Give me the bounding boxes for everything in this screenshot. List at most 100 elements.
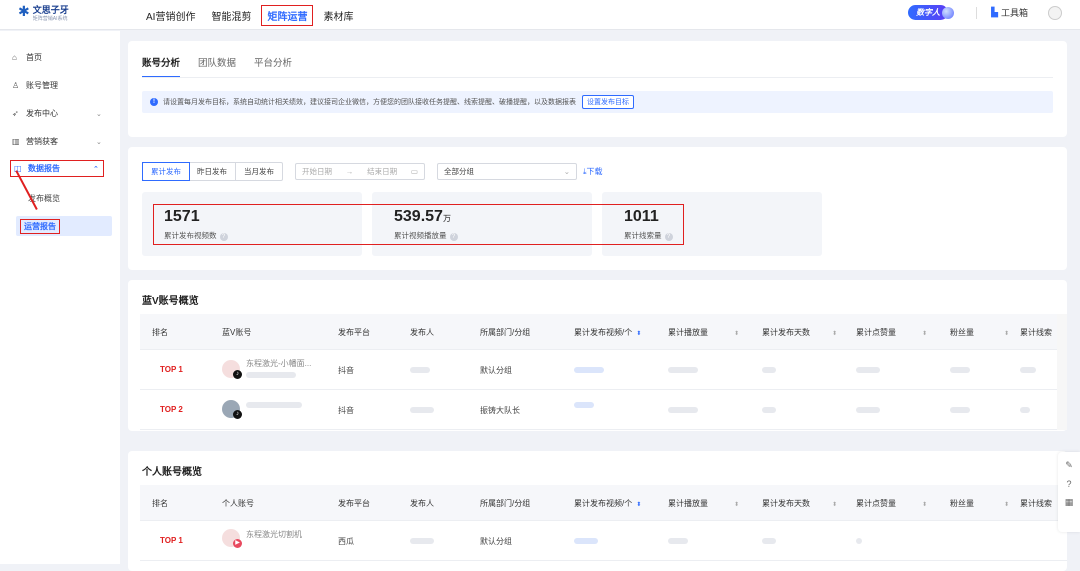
col-fans[interactable]: 粉丝量 ⬍ — [950, 327, 1009, 338]
col-leads: 累计线索 — [1020, 499, 1052, 508]
download-button[interactable]: ⤓下载 — [583, 166, 603, 177]
col-days[interactable]: 累计发布天数 ⬍ — [762, 498, 837, 509]
tab-account-analysis[interactable]: 账号分析 — [142, 55, 181, 78]
redacted-text — [762, 367, 776, 373]
rank-badge: TOP 1 — [160, 536, 183, 545]
date-range-picker[interactable]: 开始日期 → 结束日期 ▭ — [295, 163, 425, 180]
col-label: 累计发布天数 — [762, 328, 810, 337]
sidebar-item-reports[interactable]: ◫ 数据报告 ⌃ — [10, 160, 104, 177]
set-target-button[interactable]: 设置发布目标 — [582, 95, 634, 109]
edit-icon[interactable]: ✎ — [1058, 460, 1080, 471]
send-icon: ➶ — [12, 109, 19, 118]
redacted-text — [1020, 407, 1030, 413]
group-select-value: 全部分组 — [444, 167, 474, 176]
chevron-up-icon: ⌃ — [93, 165, 99, 173]
col-label: 累计点赞量 — [856, 499, 896, 508]
toolbox-button[interactable]: 工具箱 — [1001, 6, 1028, 19]
redacted-text — [574, 367, 604, 373]
redacted-text — [1020, 367, 1036, 373]
sidebar-item-accounts[interactable]: ♙ 账号管理 — [12, 80, 58, 91]
col-rank: 排名 — [152, 499, 168, 508]
logo-name: 文思子牙 — [32, 5, 69, 15]
segment-this-month[interactable]: 当月发布 — [236, 163, 282, 180]
table-row[interactable]: TOP 1 ♪ 东程激光-小幡面... 抖音 默认分组 — [140, 350, 1067, 390]
sidebar-item-marketing[interactable]: ▥ 营销获客 ⌄ — [12, 136, 102, 147]
nav-smart-mix[interactable]: 智能混剪 — [211, 8, 251, 23]
sort-icon: ⬍ — [734, 331, 740, 337]
qrcode-icon[interactable]: ▦ — [1058, 497, 1080, 508]
group-cell: 振铸大队长 — [480, 406, 520, 415]
col-label: 累计点赞量 — [856, 328, 896, 337]
col-views[interactable]: 累计播放量 ⬍ — [668, 498, 739, 509]
chevron-down-icon: ⌄ — [96, 110, 102, 118]
col-label: 累计发布天数 — [762, 499, 810, 508]
col-views[interactable]: 累计播放量 ⬍ — [668, 327, 739, 338]
sort-icon: ⬍ — [832, 331, 838, 337]
blue-v-table-header: 排名 蓝V账号 发布平台 发布人 所属部门/分组 累计发布视频/个 ⬍ 累计播放量… — [140, 314, 1067, 350]
account-name[interactable]: 东程激光-小幡面... — [246, 358, 311, 369]
col-videos[interactable]: 累计发布视频/个 ⬍ — [574, 498, 641, 509]
segment-yesterday[interactable]: 昨日发布 — [189, 163, 236, 180]
calendar-icon: ▭ — [410, 167, 418, 176]
nav-material-library[interactable]: 素材库 — [323, 8, 353, 23]
end-date-input[interactable]: 结束日期 — [367, 166, 397, 177]
col-publisher: 发布人 — [410, 499, 434, 508]
sidebar-item-publish[interactable]: ➶ 发布中心 ⌄ — [12, 108, 102, 119]
app-logo[interactable]: ✱ 文思子牙 矩阵营销AI系统 — [18, 4, 69, 23]
sort-icon: ⬍ — [734, 502, 740, 508]
group-select[interactable]: 全部分组 ⌄ — [437, 163, 577, 180]
col-likes[interactable]: 累计点赞量 ⬍ — [856, 327, 927, 338]
col-rank: 排名 — [152, 328, 168, 337]
redacted-text — [410, 538, 434, 544]
account-name[interactable]: 东程激光切割机 — [246, 529, 302, 540]
sort-icon: ⬍ — [832, 502, 838, 508]
col-videos[interactable]: 累计发布视频/个 ⬍ — [574, 327, 641, 338]
floating-toolbar: ✎ ? ▦ — [1058, 452, 1080, 532]
chevron-down-icon: ⌄ — [563, 167, 570, 176]
redacted-text — [410, 367, 430, 373]
sort-icon: ⬍ — [636, 331, 642, 337]
home-icon: ⌂ — [12, 53, 17, 62]
range-arrow-icon: → — [345, 167, 354, 176]
douyin-icon: ♪ — [233, 410, 242, 419]
notice-text: 请设置每月发布目标，系统自动统计相关绩效，建议接司企业微信，方便您的团队接收任务… — [163, 99, 576, 106]
sidebar-item-label: 账号管理 — [26, 81, 58, 90]
tab-platform-analysis[interactable]: 平台分析 — [254, 55, 292, 78]
col-label: 累计发布视频/个 — [574, 499, 633, 508]
rank-badge: TOP 2 — [160, 405, 183, 414]
col-likes[interactable]: 累计点赞量 ⬍ — [856, 498, 927, 509]
redacted-text — [856, 538, 862, 544]
tab-team-data[interactable]: 团队数据 — [198, 55, 236, 78]
platform-cell: 西瓜 — [338, 537, 354, 546]
period-segment: 累计发布 昨日发布 当月发布 — [142, 162, 283, 181]
redacted-text — [762, 407, 776, 413]
start-date-input[interactable]: 开始日期 — [302, 166, 332, 177]
sidebar-item-home[interactable]: ⌂ 首页 — [12, 52, 42, 63]
xigua-icon: ▶ — [233, 539, 242, 548]
header-actions: 数字人 ▙ 工具箱 — [908, 5, 1062, 20]
redacted-text — [574, 402, 594, 408]
redacted-text — [668, 367, 698, 373]
table-row[interactable]: TOP 1 ▶ 东程激光切割机 西瓜 默认分组 — [140, 521, 1067, 561]
user-avatar[interactable] — [1048, 5, 1062, 20]
nav-matrix-operation[interactable]: 矩阵运营 — [261, 4, 314, 26]
sidebar-item-label: 数据报告 — [28, 164, 60, 173]
sort-icon: ⬍ — [636, 502, 642, 508]
help-circle-icon[interactable]: ? — [1058, 479, 1080, 489]
col-days[interactable]: 累计发布天数 ⬍ — [762, 327, 837, 338]
sidebar-item-label: 首页 — [26, 53, 42, 62]
logo-subtitle: 矩阵营销AI系统 — [32, 16, 68, 22]
col-fans[interactable]: 粉丝量 ⬍ — [950, 498, 1009, 509]
col-group: 所属部门/分组 — [480, 499, 531, 508]
table-scrollbar[interactable] — [1057, 314, 1067, 430]
nav-ai-creation[interactable]: AI营销创作 — [146, 8, 195, 23]
segment-cumulative[interactable]: 累计发布 — [142, 162, 190, 181]
sidebar-sub-operation[interactable]: 运营报告 — [16, 216, 112, 236]
chevron-down-icon: ⌄ — [96, 138, 102, 146]
sidebar-item-label: 发布中心 — [26, 109, 58, 118]
personal-title: 个人账号概览 — [142, 467, 202, 478]
redacted-text — [668, 407, 698, 413]
personal-table-header: 排名 个人账号 发布平台 发布人 所属部门/分组 累计发布视频/个 ⬍ 累计播放量… — [140, 485, 1067, 521]
filter-bar: 累计发布 昨日发布 当月发布 开始日期 → 结束日期 ▭ 全部分组 ⌄ ⤓下载 — [142, 162, 603, 181]
table-row[interactable]: TOP 2 ♪ 抖音 振铸大队长 — [140, 390, 1067, 430]
